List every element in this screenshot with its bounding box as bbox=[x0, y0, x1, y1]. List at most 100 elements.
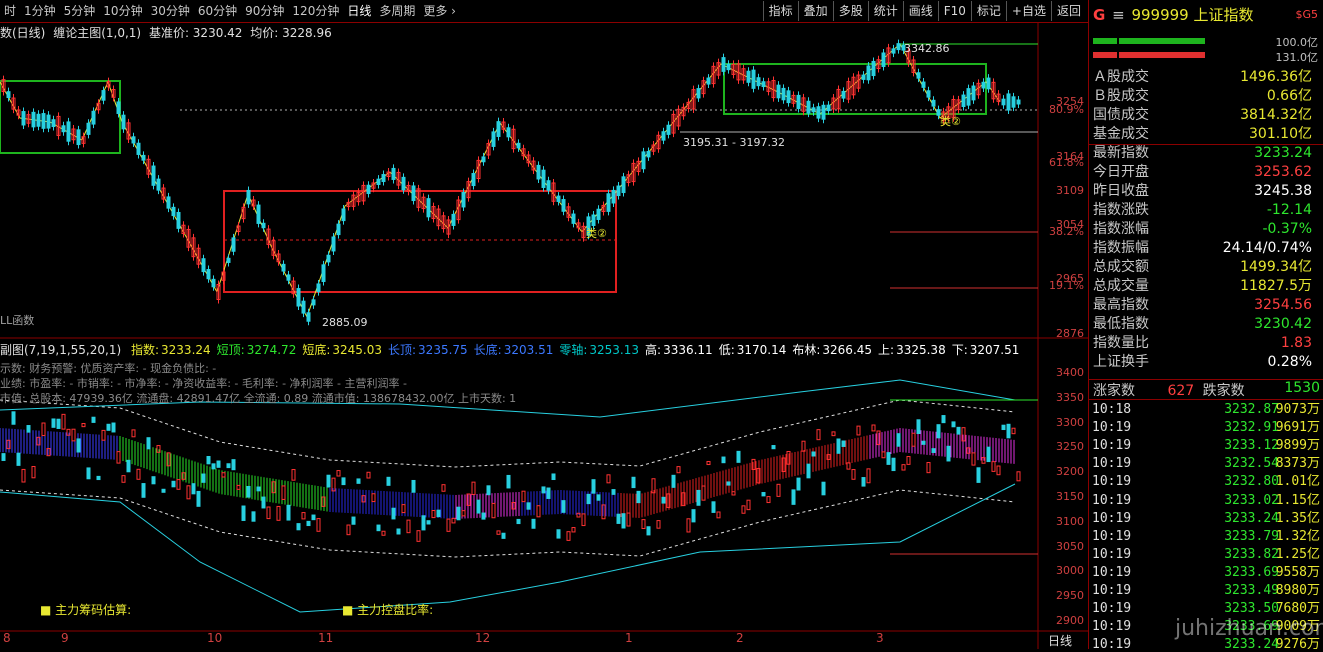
sub-price-tick: 2950 bbox=[1056, 589, 1084, 603]
sub-candle bbox=[776, 483, 781, 497]
tick-price: 3233.82 bbox=[1224, 546, 1279, 562]
sub-stat-label: 指数: bbox=[130, 343, 160, 357]
sub-candle bbox=[346, 524, 351, 536]
candle-body bbox=[546, 180, 551, 191]
tick-list[interactable]: 10:18 3232.87 9073万 10:19 3232.91 9691万 10:19 3… bbox=[1089, 401, 1323, 649]
sub-stat-value: 3233.24 bbox=[161, 343, 211, 357]
sub-info-block: 示数: 财务预警: 优质资产率: - 现金负债比: - 业绩: 市盈率: - 市… bbox=[0, 361, 516, 406]
sub-candle bbox=[136, 468, 141, 480]
quote-name: 上证指数 bbox=[1193, 6, 1254, 24]
sub-candle bbox=[846, 462, 851, 470]
sub-candle bbox=[731, 491, 736, 496]
candle-body bbox=[761, 81, 766, 88]
tick-row: 10:19 3232.80 1.01亿 bbox=[1089, 473, 1323, 491]
tick-price: 3233.69 bbox=[1224, 564, 1279, 580]
sub-candle bbox=[336, 470, 341, 477]
sub-candle bbox=[371, 493, 376, 503]
candle-body bbox=[1001, 98, 1006, 106]
quote-label: 昨日收盘 bbox=[1093, 183, 1149, 199]
candle-body bbox=[696, 88, 701, 99]
sub-candle bbox=[246, 485, 251, 498]
sub-candle bbox=[396, 528, 401, 535]
toolbar-button[interactable]: 叠加 bbox=[797, 1, 833, 21]
class2-label-1: 类② bbox=[586, 227, 607, 240]
period-tab[interactable]: 时 bbox=[0, 0, 20, 22]
quote-label: 指数涨幅 bbox=[1093, 221, 1149, 237]
toolbar-button[interactable]: 指标 bbox=[762, 1, 798, 21]
sub-candle bbox=[61, 413, 66, 430]
quote-label: Ａ股成交 bbox=[1093, 69, 1149, 85]
period-tab[interactable]: 更多 › bbox=[419, 0, 460, 22]
period-tab[interactable]: 90分钟 bbox=[241, 0, 288, 22]
period-tab[interactable]: 多周期 bbox=[375, 0, 419, 22]
sub-candle bbox=[906, 456, 911, 465]
period-tab[interactable]: 1分钟 bbox=[20, 0, 60, 22]
breadth-row: 涨家数 627 跌家数 bbox=[1093, 380, 1245, 400]
sub-candle bbox=[131, 429, 136, 438]
sub-candle bbox=[656, 520, 661, 529]
candle-body bbox=[496, 121, 501, 137]
sub-candle bbox=[51, 418, 56, 428]
sub-candle bbox=[941, 415, 946, 424]
period-tab[interactable]: 日线 bbox=[343, 0, 375, 22]
period-tab[interactable]: 5分钟 bbox=[60, 0, 100, 22]
sub-candle bbox=[851, 469, 856, 480]
candle-body bbox=[401, 176, 406, 191]
watermark: juhizhuan.com bbox=[1175, 616, 1323, 641]
sub-candle bbox=[481, 512, 486, 520]
toolbar-button[interactable]: 统计 bbox=[867, 1, 903, 21]
sub-candle bbox=[736, 450, 741, 463]
menu-icon[interactable]: ≡ bbox=[1112, 6, 1125, 24]
candle-body bbox=[261, 222, 266, 229]
candle-body bbox=[121, 114, 126, 130]
candle-body bbox=[1016, 99, 1021, 105]
sub-stat-value: 3207.51 bbox=[969, 343, 1020, 357]
candle-body bbox=[556, 195, 561, 202]
sub-candle bbox=[871, 424, 876, 432]
up-count-label: 涨家数 bbox=[1093, 383, 1135, 399]
sub-info-line3: 市值: 总股本: 47939.36亿 流通盘: 42891.47亿 全流通: 0… bbox=[0, 392, 517, 405]
candle-body bbox=[426, 198, 431, 218]
sub-candle bbox=[256, 486, 261, 492]
sub-candle bbox=[291, 469, 296, 481]
period-tab[interactable]: 60分钟 bbox=[194, 0, 241, 22]
quote-label: 最低指数 bbox=[1093, 316, 1149, 332]
chart-area[interactable]: 数(日线) 缠论主图(1,0,1) 基准价: 3230.42 均价: 3228.… bbox=[0, 22, 1088, 649]
tick-volume: 1.01亿 bbox=[1275, 474, 1320, 490]
sub-candle bbox=[486, 485, 491, 496]
sub-price-axis: 3400 3350 3300 3250 3200 3150 3100 3050 3000 2950… bbox=[1038, 352, 1088, 632]
tick-row: 10:19 3233.02 1.15亿 bbox=[1089, 492, 1323, 510]
toolbar-button[interactable]: 标记 bbox=[970, 1, 1006, 21]
toolbar-button[interactable]: 画线 bbox=[902, 1, 938, 21]
toolbar-button[interactable]: +自选 bbox=[1005, 1, 1051, 21]
sub-stat-value: 3274.72 bbox=[246, 343, 297, 357]
sub-candle bbox=[341, 477, 346, 486]
kline-chart-svg[interactable] bbox=[0, 22, 1088, 649]
sub-price-tick: 3400 bbox=[1056, 366, 1084, 379]
sub-candle bbox=[791, 489, 796, 505]
tick-volume: 9899万 bbox=[1275, 438, 1320, 454]
candle-body bbox=[131, 136, 136, 144]
period-tab[interactable]: 30分钟 bbox=[147, 0, 194, 22]
tick-row: 10:19 3232.54 8373万 bbox=[1089, 455, 1323, 473]
toolbar-button[interactable]: 多股 bbox=[832, 1, 868, 21]
candle-body bbox=[66, 121, 71, 142]
sub-candle bbox=[241, 505, 246, 521]
sub-candle bbox=[211, 463, 216, 470]
tick-price: 3233.12 bbox=[1224, 438, 1279, 454]
month-tick: 1 bbox=[625, 631, 633, 645]
toolbar-button[interactable]: F10 bbox=[937, 1, 971, 21]
sub-candle bbox=[171, 480, 176, 488]
sub-candle bbox=[146, 437, 151, 450]
main-indicator-name[interactable]: 缠论主图(1,0,1) bbox=[53, 26, 141, 40]
sub-candle bbox=[21, 468, 26, 483]
tick-price: 3232.54 bbox=[1224, 456, 1279, 472]
period-tab[interactable]: 10分钟 bbox=[99, 0, 146, 22]
sub-candle bbox=[516, 518, 521, 525]
toolbar-button[interactable]: 返回 bbox=[1050, 1, 1086, 21]
tick-row: 10:19 3233.69 9558万 bbox=[1089, 564, 1323, 582]
candle-body bbox=[781, 87, 786, 101]
sub-indicator-name[interactable]: 副图(7,19,1,55,20,1) bbox=[0, 343, 121, 357]
period-label[interactable]: 日线 bbox=[1048, 632, 1072, 649]
period-tab[interactable]: 120分钟 bbox=[288, 0, 343, 22]
